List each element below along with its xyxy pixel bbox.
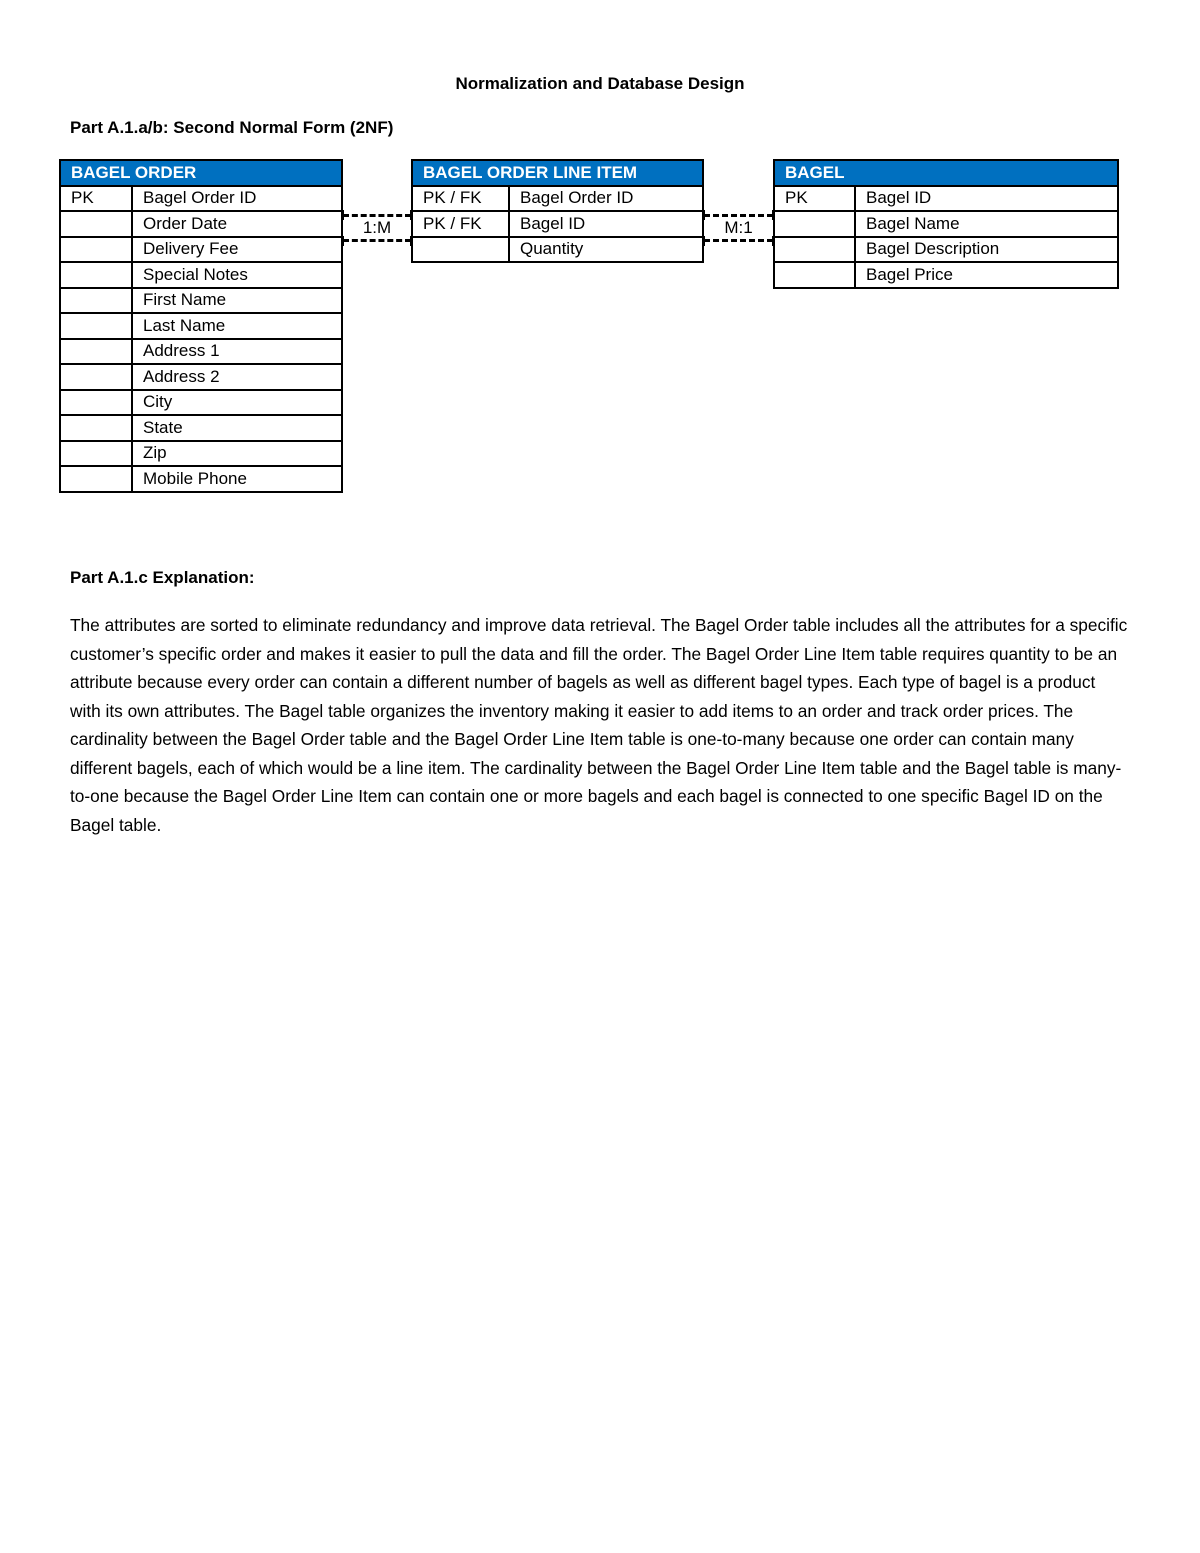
entity-rows: PK Bagel Order ID Order Date Delivery Fee Sp… (59, 184, 343, 493)
entity-table-bagel: BAGEL PK Bagel ID Bagel Name Bagel Descript… (773, 159, 1119, 289)
key-cell (59, 465, 133, 493)
entity-row: First Name (59, 286, 343, 314)
entity-row: Bagel Description (773, 235, 1119, 263)
entity-name: BAGEL ORDER (59, 159, 343, 187)
explanation-paragraph: The attributes are sorted to eliminate r… (70, 615, 1128, 835)
attribute-cell: Bagel ID (508, 210, 704, 238)
key-cell: PK (59, 184, 133, 212)
attribute-cell: Mobile Phone (131, 465, 343, 493)
key-cell: PK / FK (411, 184, 510, 212)
cardinality-label: M:1 (724, 218, 753, 237)
entity-row: Bagel Price (773, 261, 1119, 289)
attribute-cell: Bagel Description (854, 235, 1119, 263)
entity-row: Address 1 (59, 337, 343, 365)
entity-row: Zip (59, 439, 343, 467)
entity-row: Bagel Name (773, 210, 1119, 238)
attribute-cell: City (131, 388, 343, 416)
key-cell (59, 337, 133, 365)
connector-dashed-line (704, 214, 773, 217)
key-cell (59, 235, 133, 263)
connector-dashed-line (343, 239, 411, 242)
key-cell (59, 363, 133, 391)
attribute-cell: Bagel ID (854, 184, 1119, 212)
attribute-cell: First Name (131, 286, 343, 314)
key-cell (773, 261, 856, 289)
attribute-cell: State (131, 414, 343, 442)
connector-dashed-line (704, 239, 773, 242)
entity-row: Address 2 (59, 363, 343, 391)
entity-row: PK / FK Bagel ID (411, 210, 704, 238)
attribute-cell: Bagel Price (854, 261, 1119, 289)
entity-name: BAGEL (773, 159, 1119, 187)
key-cell (59, 286, 133, 314)
document-title: Normalization and Database Design (455, 74, 745, 93)
attribute-cell: Delivery Fee (131, 235, 343, 263)
entity-row: State (59, 414, 343, 442)
attribute-cell: Special Notes (131, 261, 343, 289)
entity-row: City (59, 388, 343, 416)
section-heading-explanation: Part A.1.c Explanation: (70, 568, 255, 587)
key-cell (59, 210, 133, 238)
key-cell (59, 388, 133, 416)
attribute-cell: Address 2 (131, 363, 343, 391)
entity-row: Order Date (59, 210, 343, 238)
entity-row: Mobile Phone (59, 465, 343, 493)
key-cell: PK (773, 184, 856, 212)
key-cell (59, 439, 133, 467)
key-cell (59, 261, 133, 289)
entity-table-bagel-order-line-item: BAGEL ORDER LINE ITEM PK / FK Bagel Order… (411, 159, 704, 263)
attribute-cell: Bagel Order ID (508, 184, 704, 212)
attribute-cell: Last Name (131, 312, 343, 340)
key-cell (411, 235, 510, 263)
attribute-cell: Bagel Order ID (131, 184, 343, 212)
section-heading-2nf: Part A.1.a/b: Second Normal Form (2NF) (70, 118, 394, 137)
entity-row: PK Bagel ID (773, 184, 1119, 212)
entity-row: Quantity (411, 235, 704, 263)
entity-rows: PK Bagel ID Bagel Name Bagel Description Bag… (773, 184, 1119, 289)
entity-name: BAGEL ORDER LINE ITEM (411, 159, 704, 187)
key-cell (773, 210, 856, 238)
attribute-cell: Quantity (508, 235, 704, 263)
connector-dashed-line (343, 214, 411, 217)
entity-row: Delivery Fee (59, 235, 343, 263)
relationship-connector-order-to-line-item: 1:M (341, 210, 413, 246)
cardinality-label: 1:M (362, 218, 392, 237)
key-cell (59, 414, 133, 442)
attribute-cell: Zip (131, 439, 343, 467)
entity-row: Last Name (59, 312, 343, 340)
entity-rows: PK / FK Bagel Order ID PK / FK Bagel ID Quan… (411, 184, 704, 263)
key-cell (59, 312, 133, 340)
key-cell (773, 235, 856, 263)
entity-table-bagel-order: BAGEL ORDER PK Bagel Order ID Order Date De… (59, 159, 343, 493)
relationship-connector-line-item-to-bagel: M:1 (702, 210, 775, 246)
entity-row: PK / FK Bagel Order ID (411, 184, 704, 212)
attribute-cell: Bagel Name (854, 210, 1119, 238)
entity-row: PK Bagel Order ID (59, 184, 343, 212)
key-cell: PK / FK (411, 210, 510, 238)
attribute-cell: Order Date (131, 210, 343, 238)
entity-row: Special Notes (59, 261, 343, 289)
attribute-cell: Address 1 (131, 337, 343, 365)
